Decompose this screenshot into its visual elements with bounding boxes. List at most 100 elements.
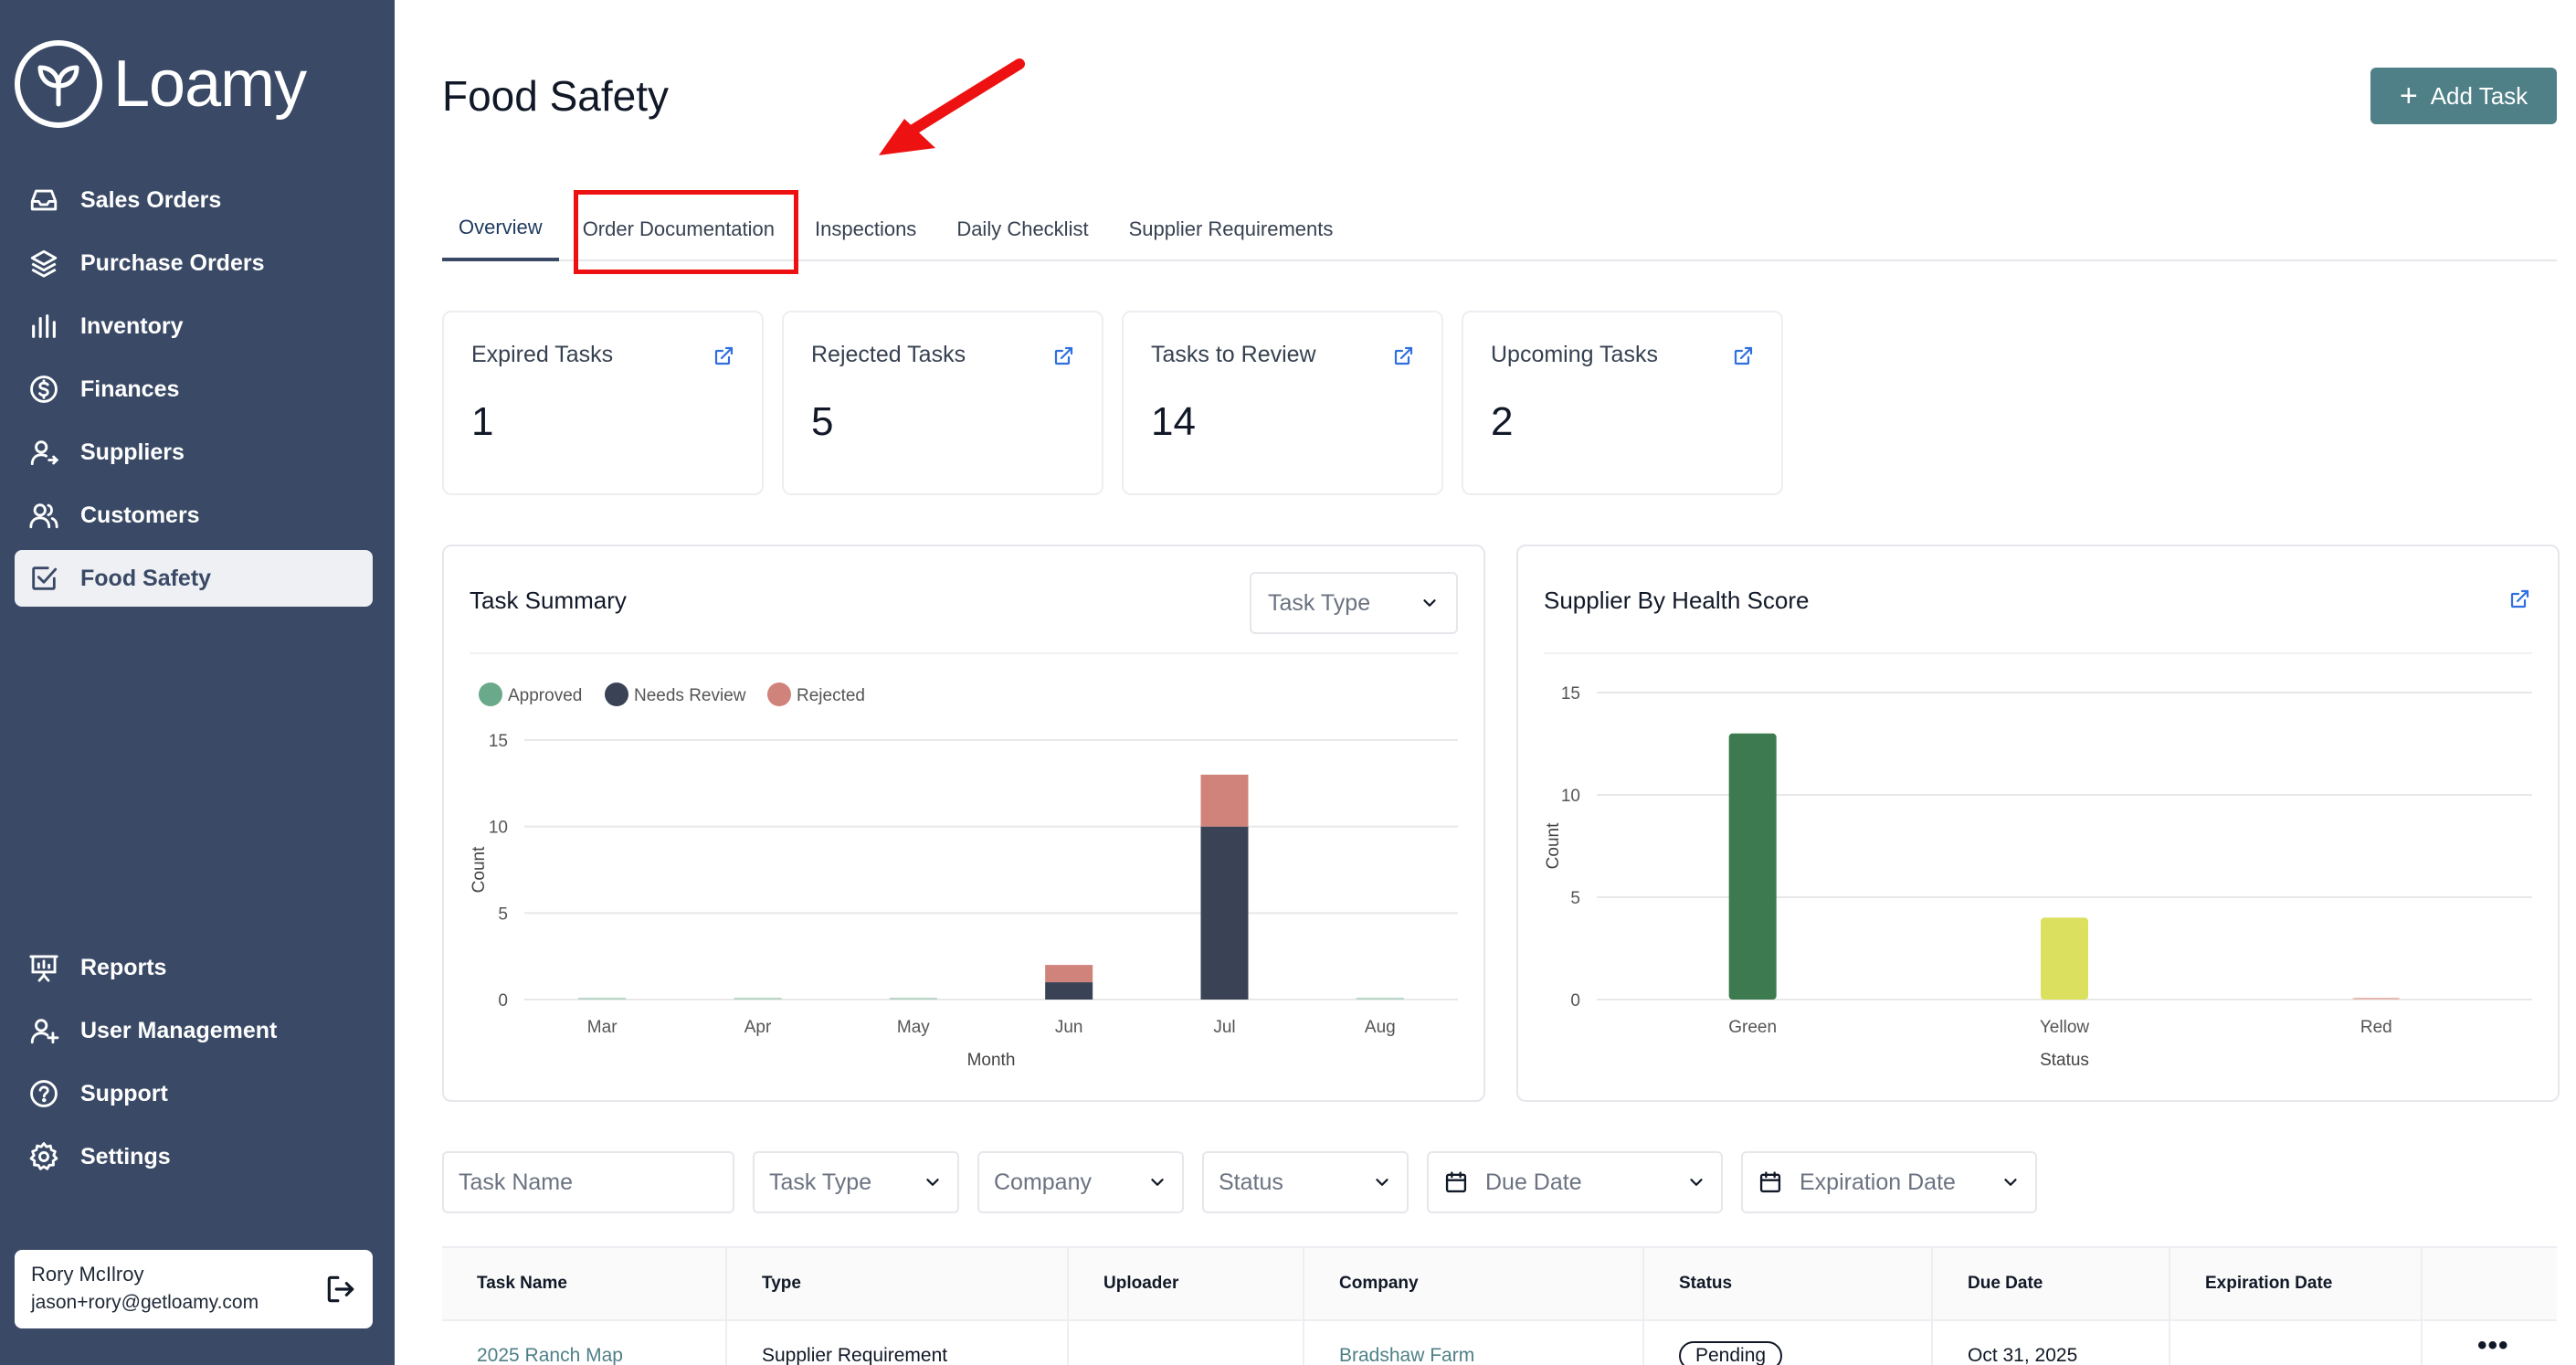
column-header[interactable]: Status xyxy=(1644,1248,1933,1319)
chevron-down-icon xyxy=(2004,1179,2017,1186)
select-placeholder: Status xyxy=(1219,1169,1283,1195)
page-title: Food Safety xyxy=(442,72,670,120)
y-tick-label: 10 xyxy=(1561,787,1580,806)
sidebar-item-sales-orders[interactable]: Sales Orders xyxy=(15,172,373,228)
stat-card-rejected-tasks: Rejected Tasks 5 xyxy=(782,311,1103,495)
sidebar-item-label: User Management xyxy=(80,1017,278,1043)
user-name: Rory McIlroy xyxy=(31,1263,144,1286)
presentation-icon xyxy=(27,951,60,984)
due-date-filter[interactable]: Due Date xyxy=(1427,1151,1723,1213)
uploader-cell xyxy=(1069,1321,1304,1365)
select-placeholder: Expiration Date xyxy=(1800,1169,1956,1195)
stat-card-expired-tasks: Expired Tasks 1 xyxy=(442,311,764,495)
external-link-icon[interactable] xyxy=(1732,345,1754,367)
chevron-down-icon xyxy=(1423,599,1436,607)
x-tick-label: Aug xyxy=(1365,1018,1396,1037)
expiration-date-filter[interactable]: Expiration Date xyxy=(1741,1151,2037,1213)
sidebar-item-label: Settings xyxy=(80,1143,171,1169)
company-cell[interactable]: Bradshaw Farm xyxy=(1304,1321,1644,1365)
column-header[interactable]: Uploader xyxy=(1069,1248,1304,1319)
sidebar-item-finances[interactable]: Finances xyxy=(15,361,373,418)
sidebar-item-user-management[interactable]: User Management xyxy=(15,1002,373,1059)
inbox-icon xyxy=(27,184,60,217)
y-tick-label: 10 xyxy=(489,819,508,838)
bar-segment xyxy=(1045,982,1093,1000)
tab-supplier-requirements[interactable]: Supplier Requirements xyxy=(1113,197,1350,261)
task-filters: Task Name Task Type Company Status Due D… xyxy=(442,1151,2055,1213)
tasks-table: Task Name Type Uploader Company Status D… xyxy=(442,1246,2557,1365)
bar xyxy=(2352,998,2401,1000)
table-row[interactable]: 2025 Ranch Map Supplier Requirement Brad… xyxy=(442,1321,2557,1365)
x-tick-label: Green xyxy=(1728,1018,1777,1037)
bar-segment xyxy=(1045,965,1093,983)
stat-value: 5 xyxy=(811,399,834,444)
x-tick-label: Mar xyxy=(587,1018,618,1037)
column-header[interactable]: Due Date xyxy=(1933,1248,2170,1319)
external-link-icon[interactable] xyxy=(2508,588,2530,610)
tab-overview[interactable]: Overview xyxy=(442,197,559,261)
bars-icon xyxy=(27,310,60,343)
company-link[interactable]: Bradshaw Farm xyxy=(1339,1345,1474,1365)
input-placeholder: Task Name xyxy=(459,1169,574,1195)
sidebar-item-inventory[interactable]: Inventory xyxy=(15,298,373,354)
supplier-health-chart: 0 5 10 15 Count Green Yellow Red Status xyxy=(1544,684,2532,1070)
tab-inspections[interactable]: Inspections xyxy=(798,197,933,261)
sidebar-item-label: Inventory xyxy=(80,312,184,339)
task-name-cell[interactable]: 2025 Ranch Map xyxy=(442,1321,727,1365)
stat-value: 1 xyxy=(471,399,494,444)
stat-title: Rejected Tasks xyxy=(811,342,966,367)
sidebar-item-suppliers[interactable]: Suppliers xyxy=(15,424,373,481)
select-placeholder: Task Type xyxy=(769,1169,872,1195)
calendar-icon xyxy=(1759,1171,1781,1193)
y-tick-label: 15 xyxy=(1561,684,1580,704)
stat-title: Expired Tasks xyxy=(471,342,614,367)
column-header[interactable]: Company xyxy=(1304,1248,1644,1319)
external-link-icon[interactable] xyxy=(1052,345,1074,367)
brand-logo[interactable]: Loamy xyxy=(15,40,307,128)
sidebar-item-food-safety[interactable]: Food Safety xyxy=(15,550,373,607)
status-filter[interactable]: Status xyxy=(1202,1151,1409,1213)
user-plus-icon xyxy=(27,1014,60,1047)
user-arrow-icon xyxy=(27,436,60,469)
type-cell: Supplier Requirement xyxy=(727,1321,1069,1365)
tab-order-documentation[interactable]: Order Documentation xyxy=(566,197,791,261)
gear-icon xyxy=(27,1140,60,1173)
external-link-icon[interactable] xyxy=(1392,345,1414,367)
task-name-input[interactable]: Task Name xyxy=(442,1151,734,1213)
column-header[interactable]: Type xyxy=(727,1248,1069,1319)
task-link[interactable]: 2025 Ranch Map xyxy=(477,1345,623,1365)
status-cell: Pending xyxy=(1644,1321,1933,1365)
bar-baseline-stub xyxy=(1356,998,1404,1000)
add-task-button[interactable]: + Add Task xyxy=(2370,68,2557,124)
column-header[interactable]: Expiration Date xyxy=(2170,1248,2423,1319)
sidebar-item-customers[interactable]: Customers xyxy=(15,487,373,544)
sidebar-item-support[interactable]: Support xyxy=(15,1065,373,1122)
stat-card-upcoming-tasks: Upcoming Tasks 2 xyxy=(1462,311,1783,495)
more-options-icon[interactable]: ••• xyxy=(2477,1330,2509,1360)
main-content: Food Safety + Add Task Overview Order Do… xyxy=(395,0,2576,1365)
logout-icon[interactable] xyxy=(323,1272,358,1307)
company-filter[interactable]: Company xyxy=(977,1151,1184,1213)
external-link-icon[interactable] xyxy=(713,345,734,367)
tab-daily-checklist[interactable]: Daily Checklist xyxy=(940,197,1104,261)
stat-value: 2 xyxy=(1491,399,1514,444)
chevron-down-icon xyxy=(926,1179,939,1186)
bar-baseline-stub xyxy=(734,998,782,1000)
sidebar-item-reports[interactable]: Reports xyxy=(15,939,373,996)
task-type-select[interactable]: Task Type xyxy=(1250,572,1458,634)
task-type-filter[interactable]: Task Type xyxy=(753,1151,959,1213)
sidebar-item-settings[interactable]: Settings xyxy=(15,1128,373,1185)
user-card: Rory McIlroy jason+rory@getloamy.com xyxy=(15,1250,373,1328)
due-date-cell: Oct 31, 2025 xyxy=(1933,1321,2170,1365)
sidebar-item-label: Finances xyxy=(80,376,180,402)
legend-label: Needs Review xyxy=(634,686,746,705)
x-tick-label: Jun xyxy=(1055,1018,1083,1037)
y-axis-label: Count xyxy=(470,846,489,893)
sidebar-item-purchase-orders[interactable]: Purchase Orders xyxy=(15,235,373,291)
x-tick-label: May xyxy=(897,1018,930,1037)
sidebar-item-label: Support xyxy=(80,1080,168,1106)
column-header[interactable]: Task Name xyxy=(442,1248,727,1319)
tab-bar: Overview Order Documentation Inspections… xyxy=(442,197,2557,261)
sidebar: Loamy Sales Orders Purchase Orders Inven… xyxy=(0,0,395,1365)
brand-name: Loamy xyxy=(113,48,307,121)
